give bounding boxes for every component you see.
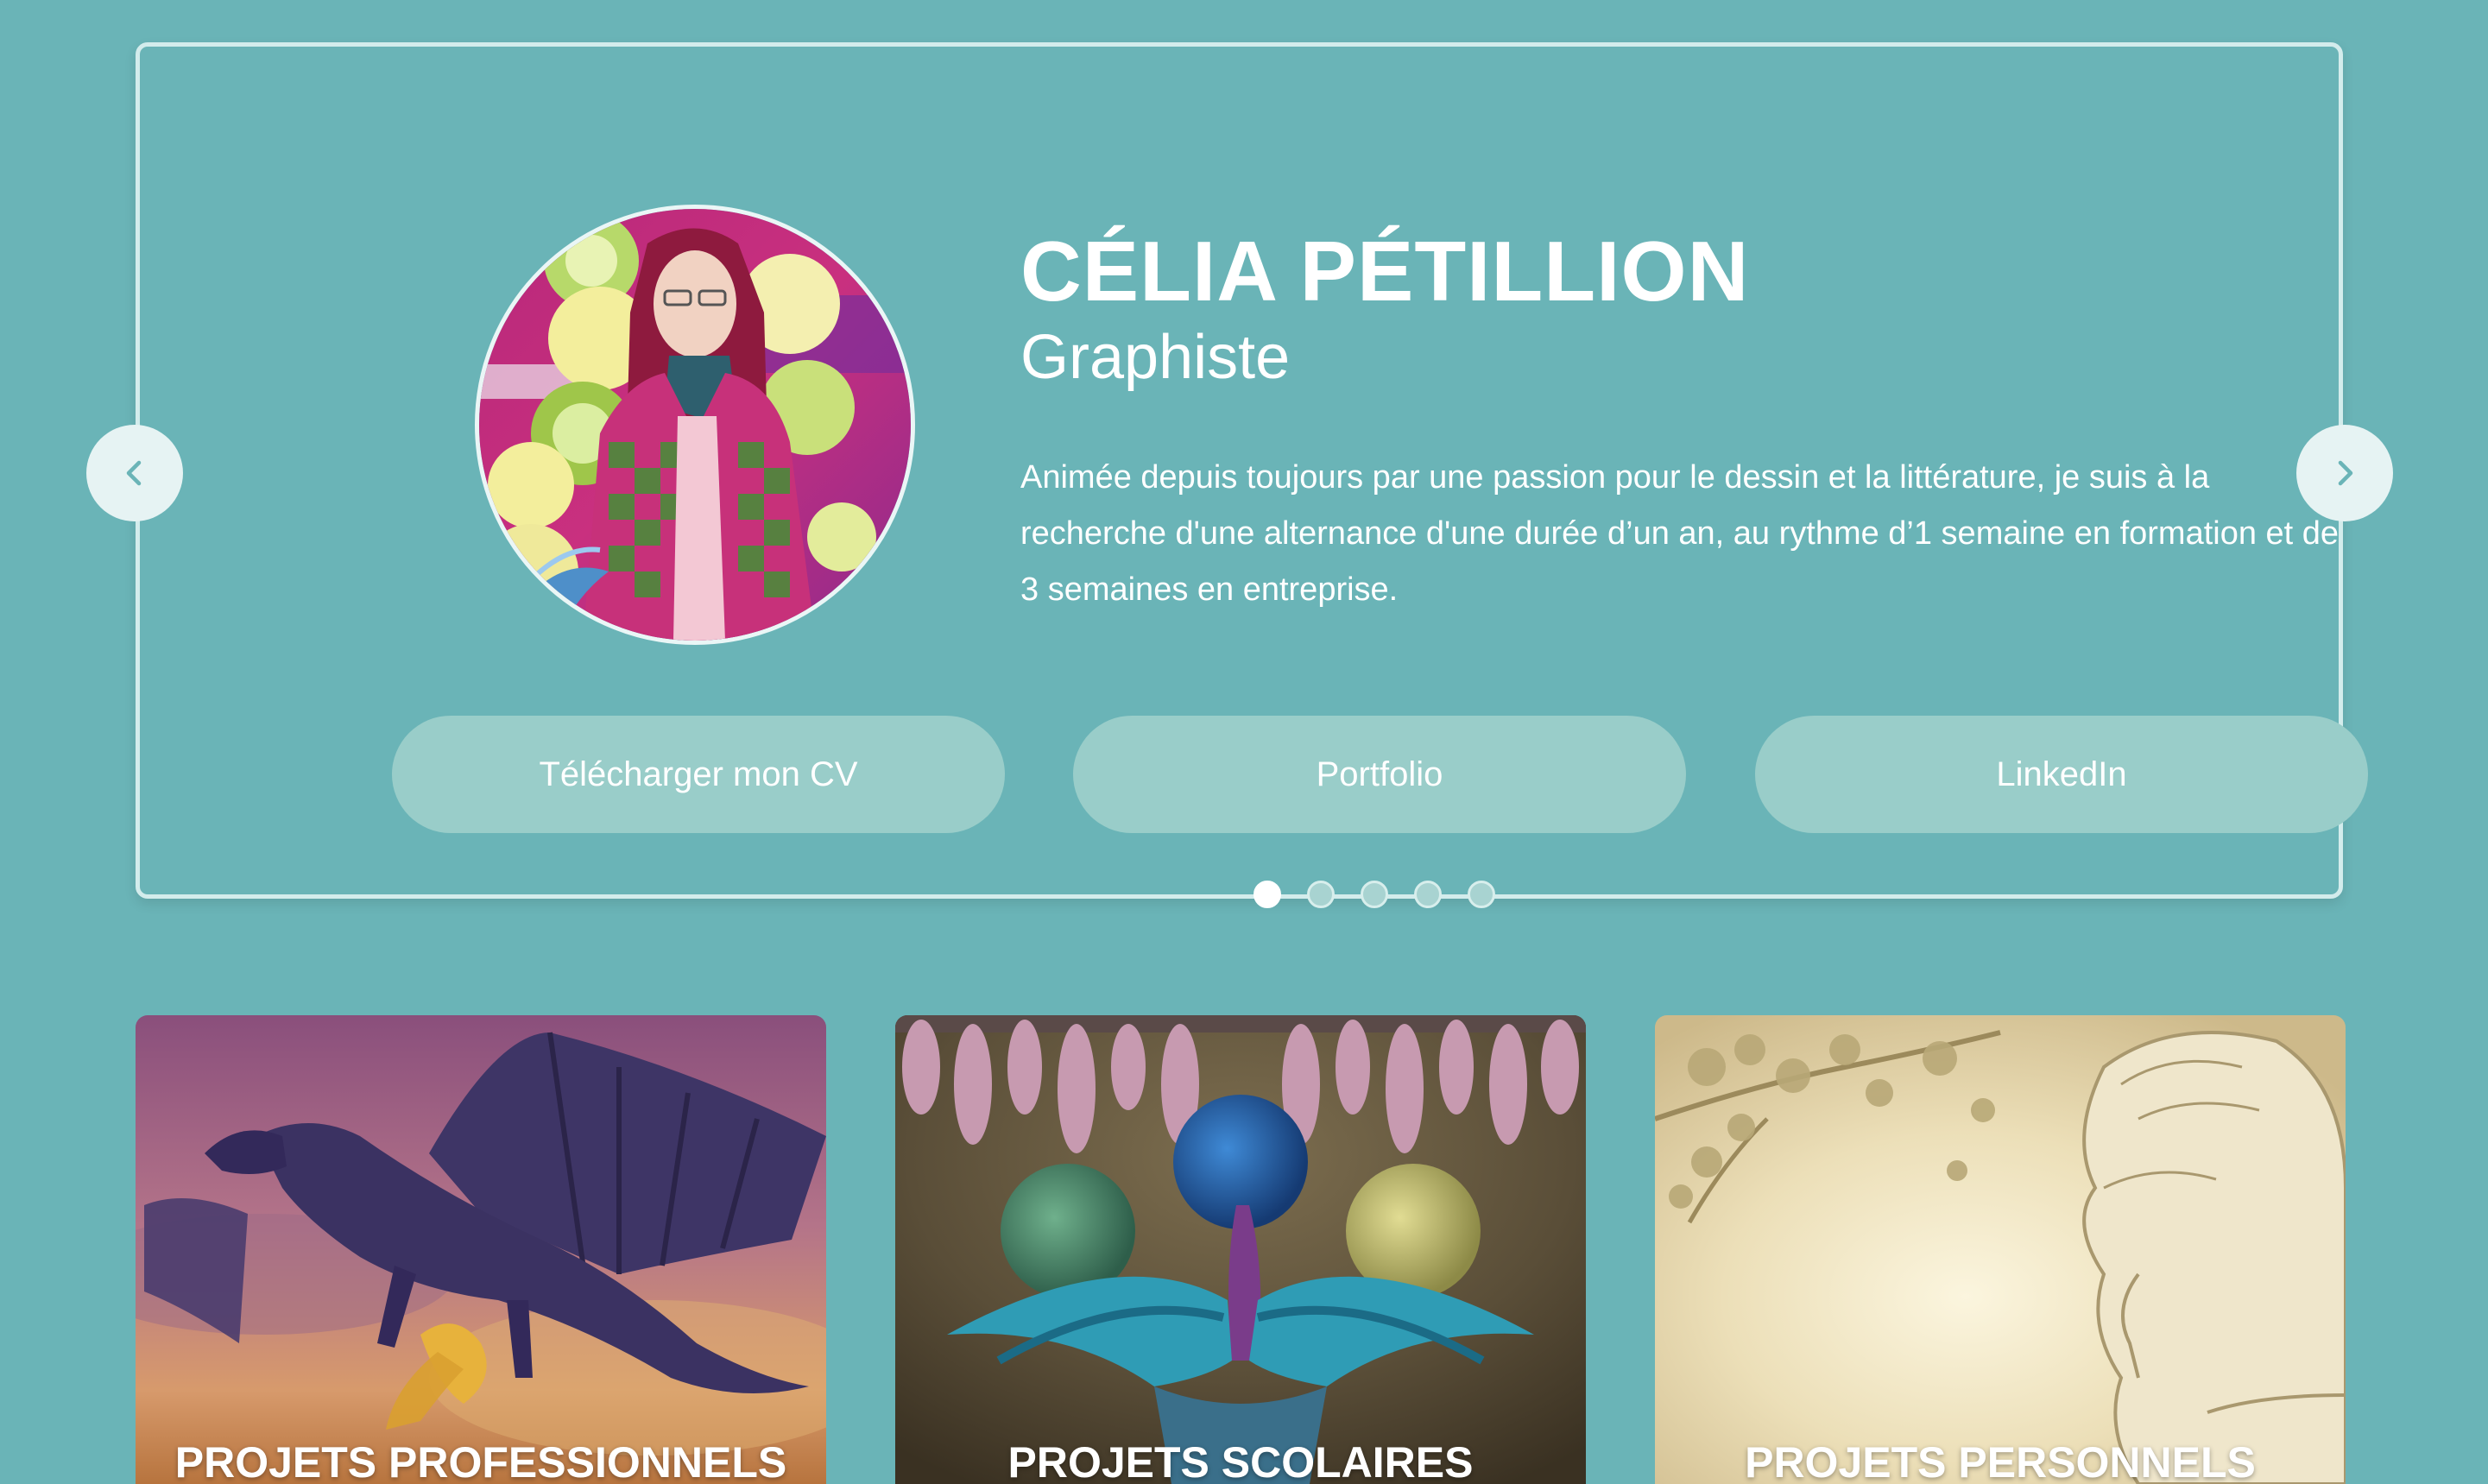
manga-character-illustration — [1655, 1015, 2346, 1484]
chevron-right-icon — [2338, 460, 2353, 486]
dragon-illustration — [136, 1015, 826, 1484]
carousel-dot-5[interactable] — [1468, 881, 1495, 908]
carousel-prev-button[interactable] — [86, 425, 183, 521]
project-card-personal[interactable]: PROJETS PERSONNELS — [1655, 1015, 2346, 1484]
profile-photo-illustration — [479, 209, 911, 641]
carousel-dot-4[interactable] — [1414, 881, 1442, 908]
project-card-title: PROJETS PERSONNELS — [1745, 1438, 2256, 1484]
carousel-indicators — [1253, 881, 1495, 908]
profile-name: CÉLIA PÉTILLION — [1020, 224, 1750, 319]
profile-bio: Animée depuis toujours par une passion p… — [1020, 459, 2340, 608]
carousel-dot-3[interactable] — [1361, 881, 1388, 908]
project-card-professional[interactable]: PROJETS PROFESSIONNELS — [136, 1015, 826, 1484]
carousel-dot-2[interactable] — [1307, 881, 1335, 908]
project-card-school[interactable]: PROJETS SCOLAIRES — [895, 1015, 1586, 1484]
peacock-planets-illustration — [895, 1015, 1586, 1484]
project-card-title: PROJETS PROFESSIONNELS — [174, 1438, 787, 1484]
carousel-next-button[interactable] — [2296, 425, 2393, 521]
profile-carousel-card: CÉLIA PÉTILLION Graphiste Animée depuis … — [136, 42, 2368, 908]
download-cv-button[interactable]: Télécharger mon CV — [392, 716, 1005, 833]
carousel-dot-1[interactable] — [1253, 881, 1281, 908]
project-card-title: PROJETS SCOLAIRES — [1007, 1438, 1474, 1484]
linkedin-button[interactable]: LinkedIn — [1755, 716, 2368, 833]
chevron-left-icon — [126, 460, 142, 486]
profile-avatar — [475, 205, 915, 645]
profile-role: Graphiste — [1020, 323, 1291, 392]
portfolio-button[interactable]: Portfolio — [1073, 716, 1686, 833]
